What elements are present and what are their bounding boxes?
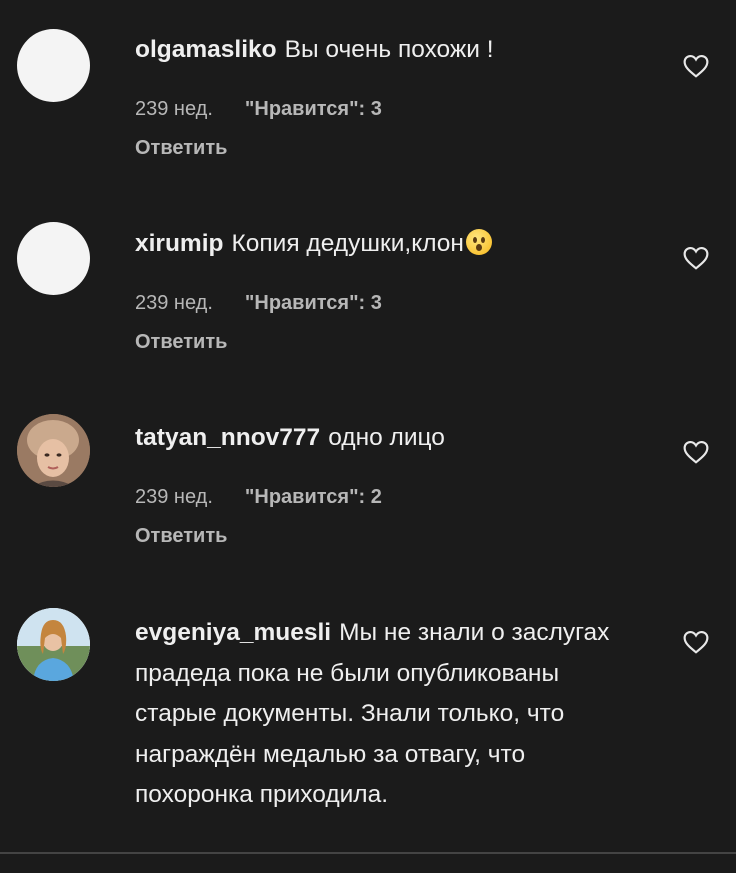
comment-username[interactable]: evgeniya_muesli (135, 619, 331, 646)
avatar[interactable] (17, 222, 90, 295)
reply-button[interactable]: Ответить (135, 137, 227, 160)
heart-outline-icon[interactable] (683, 246, 709, 270)
comment-likes[interactable]: "Нравится": 3 (245, 292, 382, 314)
heart-outline-icon[interactable] (683, 630, 709, 654)
avatar[interactable] (17, 29, 90, 102)
comment-username[interactable]: xirumip (135, 230, 224, 257)
comment-meta: 239 нед. "Нравится": 3 (135, 292, 382, 315)
comment-likes[interactable]: "Нравится": 2 (245, 486, 382, 508)
comment-meta: 239 нед. "Нравится": 3 (135, 98, 382, 121)
heart-outline-icon[interactable] (683, 440, 709, 464)
divider (0, 852, 736, 854)
hushed-face-emoji (465, 229, 492, 255)
comment-meta: 239 нед. "Нравится": 2 (135, 486, 382, 509)
avatar[interactable] (17, 414, 90, 487)
comment-body: Копия дедушки,клон (231, 230, 464, 257)
comment-body: Мы не знали о заслугах прадеда пока не б… (135, 619, 610, 808)
comment-text: olgamasliko Вы очень похожи ! (135, 30, 635, 71)
comment-text: evgeniya_muesli Мы не знали о заслугах пр… (135, 613, 635, 816)
comment-username[interactable]: olgamasliko (135, 36, 277, 63)
comment-time: 239 нед. (135, 486, 213, 508)
comment-time: 239 нед. (135, 292, 213, 314)
heart-outline-icon[interactable] (683, 54, 709, 78)
comment-username[interactable]: tatyan_nnov777 (135, 424, 320, 451)
comment-time: 239 нед. (135, 98, 213, 120)
comment-body: одно лицо (328, 424, 445, 451)
reply-button[interactable]: Ответить (135, 331, 227, 354)
avatar[interactable] (17, 608, 90, 681)
comment-body: Вы очень похожи ! (284, 36, 494, 63)
reply-button[interactable]: Ответить (135, 525, 227, 548)
comment-text: tatyan_nnov777 одно лицо (135, 418, 635, 459)
comment-likes[interactable]: "Нравится": 3 (245, 98, 382, 120)
comment-text: xirumip Копия дедушки,клон (135, 224, 635, 265)
